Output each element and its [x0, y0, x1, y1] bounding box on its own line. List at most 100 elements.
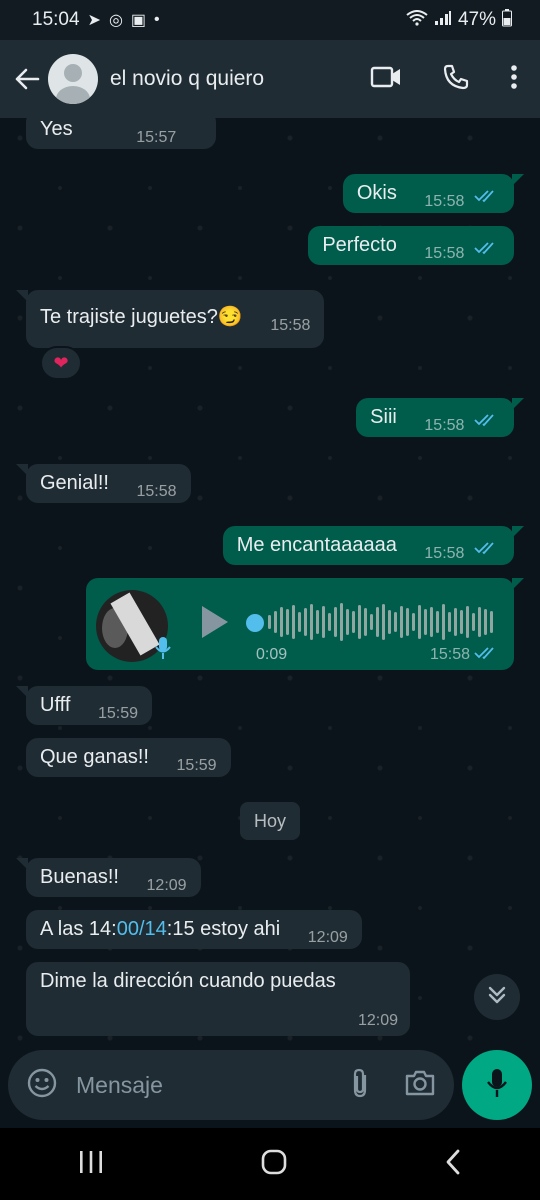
waveform-bar [466, 606, 469, 638]
waveform-bar [316, 610, 319, 634]
back-nav-icon[interactable] [443, 1148, 463, 1181]
voice-duration: 0:09 [256, 646, 288, 663]
waveform-bar [370, 614, 373, 630]
system-nav-bar [0, 1128, 540, 1200]
message-incoming[interactable]: Ufff 15:59 [16, 686, 152, 725]
waveform-bar [418, 605, 421, 639]
message-text: Ufff [40, 694, 71, 716]
attach-icon[interactable] [350, 1067, 370, 1104]
waveform-bar [478, 607, 481, 637]
message-incoming[interactable]: A las 14:00/14:15 estoy ahi 12:09 [26, 910, 362, 949]
battery-percent: 47% [457, 9, 496, 30]
telegram-icon: ➤ [87, 12, 101, 29]
message-time: 15:58 [270, 317, 311, 334]
message-text: Genial!! [40, 472, 109, 494]
waveform-bar [292, 605, 295, 639]
message-text: Que ganas!! [40, 746, 149, 768]
back-arrow-icon[interactable] [12, 64, 42, 94]
double-check-icon [474, 538, 500, 561]
waveform-bar [388, 610, 391, 634]
waveform-bar [322, 606, 325, 638]
message-incoming[interactable]: Que ganas!! 15:59 [26, 738, 231, 777]
waveform-bar [436, 611, 439, 633]
waveform-bar [346, 609, 349, 635]
chat-header: el novio q quiero [0, 40, 540, 118]
message-time: 12:09 [146, 877, 187, 894]
video-call-icon[interactable] [370, 65, 402, 94]
message-incoming[interactable]: Yes 15:57 [26, 118, 216, 149]
message-text: Yes [40, 118, 73, 140]
message-input[interactable]: Mensaje [8, 1050, 454, 1120]
message-outgoing[interactable]: Perfecto 15:58 [308, 226, 514, 265]
gallery-icon: ▣ [130, 12, 147, 29]
message-text-part: :15 estoy ahi [166, 918, 281, 940]
message-time: 15:57 [136, 129, 177, 146]
message-text: Perfecto [322, 234, 397, 256]
double-check-icon [474, 186, 500, 209]
waveform-bar [328, 613, 331, 631]
avatar[interactable] [48, 54, 98, 104]
emoji-icon[interactable] [26, 1067, 58, 1104]
waveform-bar [490, 611, 493, 633]
mic-button[interactable] [462, 1050, 532, 1120]
double-check-icon [474, 646, 500, 665]
message-time: 15:59 [176, 757, 217, 774]
waveform-bar [382, 604, 385, 640]
waveform-bar [304, 608, 307, 636]
scroll-down-button[interactable] [474, 974, 520, 1020]
status-bar: 15:04 ➤ ◎ ▣ • 47% [0, 0, 540, 40]
mic-icon [486, 1068, 508, 1103]
day-separator: Hoy [240, 802, 300, 840]
waveform-bar [268, 615, 271, 629]
message-incoming[interactable]: Te trajiste juguetes?😏 15:58 [15, 290, 325, 348]
message-placeholder: Mensaje [76, 1071, 163, 1098]
waveform-bar [280, 607, 283, 637]
time-link[interactable]: 00/14 [117, 918, 167, 940]
message-text: Dime la dirección cuando puedas [40, 970, 336, 992]
camera-icon[interactable] [404, 1069, 436, 1102]
waveform-bar [472, 613, 475, 631]
waveform-bar [460, 610, 463, 634]
more-icon[interactable] [510, 64, 518, 95]
status-time: 15:04 [32, 9, 80, 30]
message-time: 15:58 [429, 646, 470, 663]
message-outgoing[interactable]: Okis 15:58 [342, 174, 525, 213]
waveform-bar [310, 604, 313, 640]
message-text: Okis [356, 182, 397, 204]
message-incoming[interactable]: Buenas!! 12:09 [16, 858, 201, 897]
voice-waveform[interactable] [268, 602, 494, 642]
mic-badge-icon [154, 636, 172, 665]
message-text-part: A las 14: [40, 918, 117, 940]
message-incoming[interactable]: Dime la dirección cuando puedas 12:09 [26, 962, 410, 1036]
contact-name[interactable]: el novio q quiero [110, 67, 370, 91]
message-text: A las 14:00/14:15 estoy ahi [40, 918, 280, 941]
waveform-bar [430, 607, 433, 637]
waveform-bar [334, 607, 337, 637]
reaction-heart[interactable]: ❤ [40, 346, 82, 380]
voice-progress-handle[interactable] [246, 614, 264, 632]
waveform-bar [364, 608, 367, 636]
message-text: Siii [370, 406, 397, 428]
play-icon[interactable] [198, 604, 230, 645]
dot-icon: • [154, 11, 160, 28]
message-incoming[interactable]: Genial!! 15:58 [16, 464, 191, 503]
signal-icon [434, 10, 452, 31]
message-text: Te trajiste juguetes?😏 [40, 306, 243, 328]
waveform-bar [448, 612, 451, 632]
message-outgoing[interactable]: Siii 15:58 [356, 398, 524, 437]
waveform-bar [298, 612, 301, 632]
message-time: 15:58 [424, 245, 465, 262]
waveform-bar [412, 613, 415, 631]
waveform-bar [400, 606, 403, 638]
battery-icon [502, 8, 512, 32]
message-outgoing[interactable]: Me encantaaaaaa 15:58 [222, 526, 525, 565]
message-text: Buenas!! [40, 866, 119, 888]
waveform-bar [484, 609, 487, 635]
home-icon[interactable] [260, 1148, 288, 1181]
phone-icon[interactable] [442, 63, 470, 96]
voice-message[interactable]: 0:09 15:58 [86, 578, 524, 670]
recent-apps-icon[interactable] [77, 1149, 105, 1180]
chat-area[interactable]: Yes 15:57 Okis 15:58 Perfecto 15:58 Te t… [0, 118, 540, 1050]
wifi-icon [406, 9, 428, 31]
waveform-bar [274, 611, 277, 633]
